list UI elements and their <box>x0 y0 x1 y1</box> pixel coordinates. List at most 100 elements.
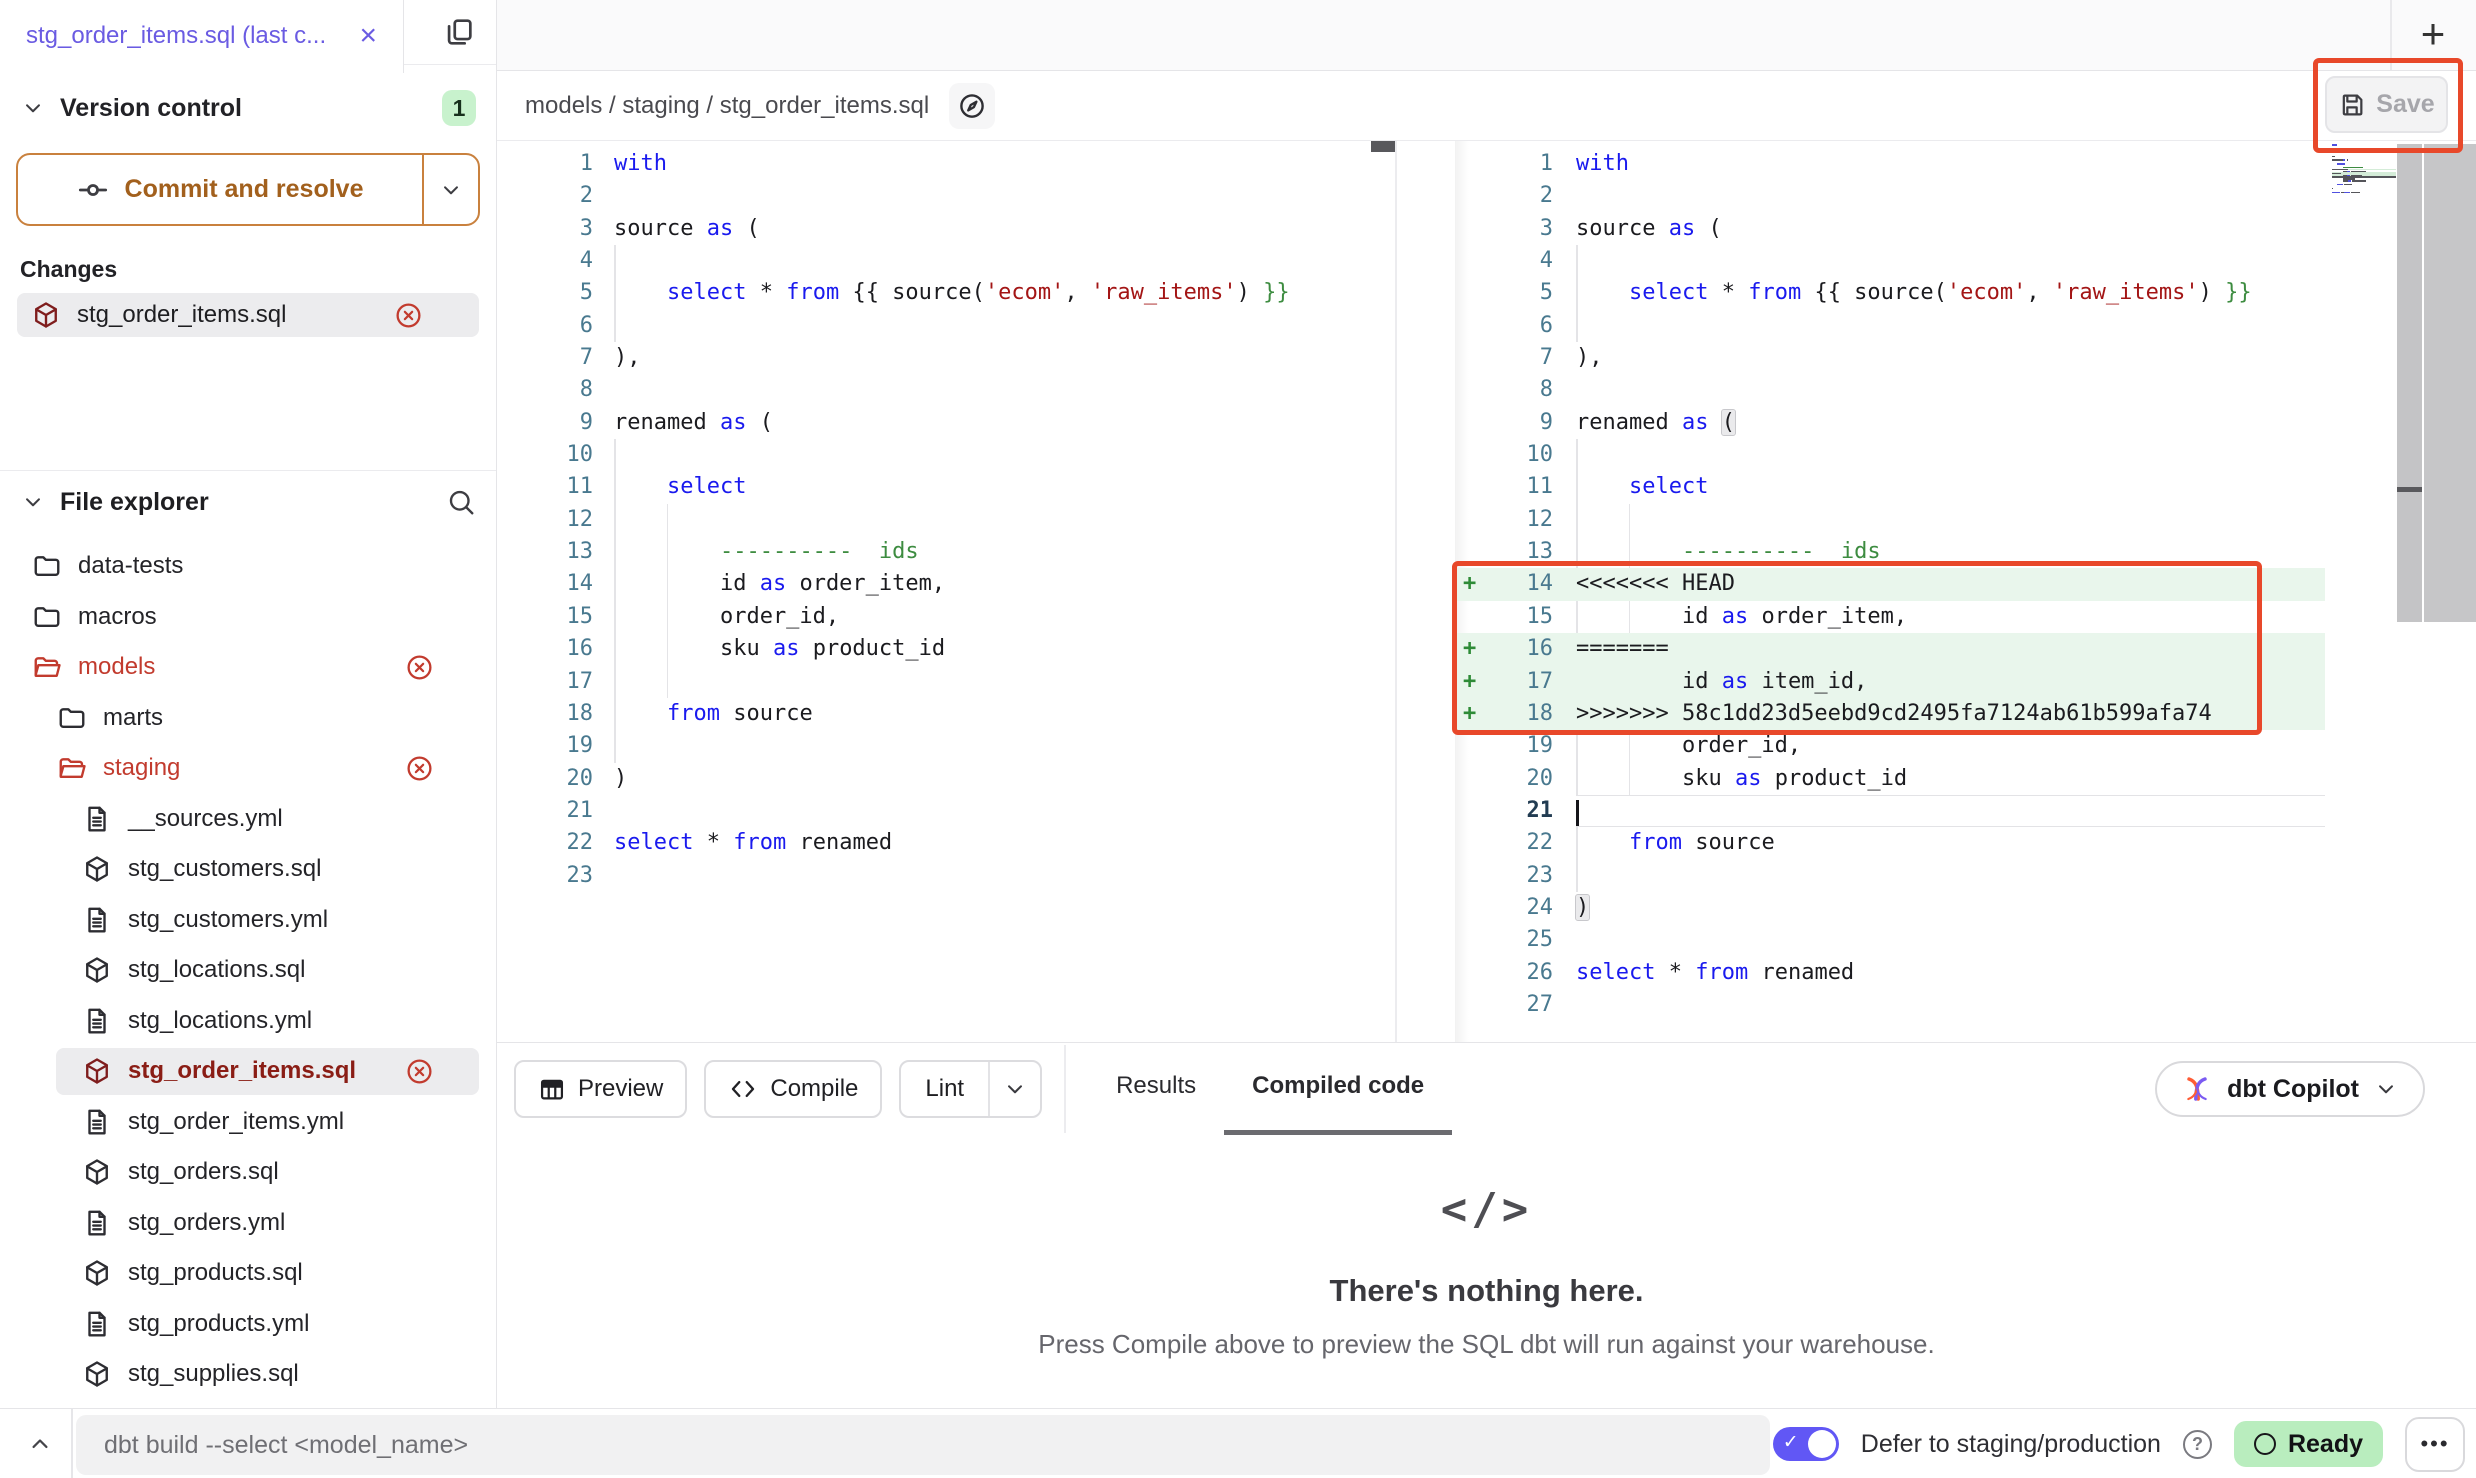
code-pane-right[interactable]: 1with23source as (45 select * from {{ so… <box>1455 141 2325 1042</box>
left-pane-scrollbar-thumb[interactable] <box>1371 141 1395 152</box>
tree-item-staging[interactable]: staging <box>0 743 496 794</box>
code-line-19: 19 <box>497 730 1371 762</box>
code-line-7: 7), <box>1455 342 2325 374</box>
tab-results[interactable]: Results <box>1088 1043 1224 1136</box>
pane-divider <box>1395 141 1397 1042</box>
doc-icon <box>82 905 112 935</box>
diff-gutter <box>1455 730 1485 762</box>
discard-change-icon[interactable] <box>394 301 423 330</box>
tree-item-marts[interactable]: marts <box>0 693 496 744</box>
code-line-15: 15 order_id, <box>497 601 1371 633</box>
line-number: 18 <box>497 698 593 730</box>
tree-item-label: staging <box>103 754 180 782</box>
code-line-27: 27 <box>1455 989 2325 1021</box>
line-number: 12 <box>497 504 593 536</box>
diff-gutter <box>1455 180 1485 212</box>
tree-item-stg-customers-yml[interactable]: stg_customers.yml <box>0 895 496 946</box>
discard-change-icon[interactable] <box>405 1057 434 1086</box>
tree-item-stg-order-items-yml[interactable]: stg_order_items.yml <box>0 1097 496 1148</box>
dbt-copilot-button[interactable]: dbt Copilot <box>2155 1061 2425 1117</box>
changed-file-row[interactable]: stg_order_items.sql <box>17 293 479 337</box>
commit-dropdown-button[interactable] <box>422 155 478 224</box>
tab-title: stg_order_items.sql (last c... <box>26 22 326 50</box>
status-badge[interactable]: Ready <box>2234 1421 2383 1467</box>
line-number: 22 <box>1485 827 1553 859</box>
new-tab-button[interactable]: + <box>2409 10 2457 58</box>
tab-compiled-code[interactable]: Compiled code <box>1224 1043 1452 1136</box>
code-line-5: 5 select * from {{ source('ecom', 'raw_i… <box>1455 277 2325 309</box>
lint-button[interactable]: Lint <box>899 1060 1042 1118</box>
tree-item-models[interactable]: models <box>0 642 496 693</box>
tree-item-data-tests[interactable]: data-tests <box>0 541 496 592</box>
tree-item--sources-yml[interactable]: __sources.yml <box>0 794 496 845</box>
save-button[interactable]: Save <box>2325 76 2448 133</box>
discard-change-icon[interactable] <box>405 754 434 783</box>
results-panel: </> There's nothing here. Press Compile … <box>497 1135 2476 1408</box>
more-options-button[interactable]: ••• <box>2405 1417 2465 1472</box>
window-scrollbar[interactable] <box>2424 144 2476 622</box>
model-icon <box>82 854 112 884</box>
code-line-10: 10 <box>1455 439 2325 471</box>
version-control-header[interactable]: Version control 1 <box>0 65 496 151</box>
close-icon[interactable]: × <box>359 21 377 51</box>
lineage-icon[interactable] <box>949 83 995 129</box>
tree-item-stg-orders-yml[interactable]: stg_orders.yml <box>0 1198 496 1249</box>
search-icon[interactable] <box>446 487 476 517</box>
line-number: 10 <box>497 439 593 471</box>
help-icon[interactable]: ? <box>2183 1430 2212 1459</box>
line-number: 19 <box>497 730 593 762</box>
tree-item-stg-customers-sql[interactable]: stg_customers.sql <box>0 844 496 895</box>
diff-gutter: + <box>1455 568 1485 600</box>
tree-item-label: stg_order_items.sql <box>128 1057 356 1085</box>
commit-and-resolve-button[interactable]: Commit and resolve <box>16 153 480 226</box>
file-tree: data-tests macros modelsmarts staging __sour… <box>0 533 496 1400</box>
code-line-25: 25 <box>1455 924 2325 956</box>
code-line-3: 3source as ( <box>497 213 1371 245</box>
tree-item-stg-locations-yml[interactable]: stg_locations.yml <box>0 996 496 1047</box>
tree-item-label: macros <box>78 603 157 631</box>
copy-icon[interactable] <box>442 15 476 49</box>
tree-item-stg-locations-sql[interactable]: stg_locations.sql <box>0 945 496 996</box>
diff-gutter <box>1455 439 1485 471</box>
code-line-3: 3source as ( <box>1455 213 2325 245</box>
line-number: 3 <box>1485 213 1553 245</box>
code-line-13: 13 ---------- ids <box>497 536 1371 568</box>
discard-change-icon[interactable] <box>405 653 434 682</box>
line-number: 6 <box>497 310 593 342</box>
file-explorer-header[interactable]: File explorer <box>0 471 496 533</box>
tree-item-stg-orders-sql[interactable]: stg_orders.sql <box>0 1147 496 1198</box>
code-line-19: 19 order_id, <box>1455 730 2325 762</box>
line-number: 27 <box>1485 989 1553 1021</box>
editor-scrollbar[interactable] <box>2397 144 2422 622</box>
code-line-13: 13 ---------- ids <box>1455 536 2325 568</box>
minimap[interactable] <box>2332 144 2396 195</box>
tree-item-stg-order-items-sql[interactable]: stg_order_items.sql <box>0 1046 496 1097</box>
code-line-1: 1with <box>1455 148 2325 180</box>
line-number: 22 <box>497 827 593 859</box>
commit-button-label: Commit and resolve <box>125 175 364 204</box>
lint-label: Lint <box>901 1062 988 1116</box>
defer-toggle[interactable]: ✓ <box>1773 1427 1839 1461</box>
compile-button[interactable]: Compile <box>704 1060 882 1118</box>
preview-button[interactable]: Preview <box>514 1060 687 1118</box>
diff-gutter <box>1455 374 1485 406</box>
doc-icon <box>82 1006 112 1036</box>
editor-scrollbar-thumb[interactable] <box>2397 487 2422 492</box>
changed-file-name: stg_order_items.sql <box>77 301 286 329</box>
code-line-9: 9renamed as ( <box>497 407 1371 439</box>
code-pane-left[interactable]: 1with23source as (45 select * from {{ so… <box>497 141 1371 1042</box>
line-number: 13 <box>1485 536 1553 568</box>
line-number: 19 <box>1485 730 1553 762</box>
tab-stg-order-items[interactable]: stg_order_items.sql (last c... × <box>0 0 404 73</box>
dbt-command-input[interactable]: dbt build --select <model_name> <box>76 1415 1770 1475</box>
tree-item-stg-products-yml[interactable]: stg_products.yml <box>0 1299 496 1350</box>
changes-count-badge: 1 <box>442 90 476 126</box>
tree-item-stg-supplies-sql[interactable]: stg_supplies.sql <box>0 1349 496 1400</box>
tree-item-label: __sources.yml <box>128 805 283 833</box>
tree-item-macros[interactable]: macros <box>0 592 496 643</box>
version-control-title: Version control <box>60 94 242 123</box>
lint-dropdown-button[interactable] <box>988 1062 1040 1116</box>
status-circle-icon <box>2254 1433 2276 1455</box>
tree-item-stg-products-sql[interactable]: stg_products.sql <box>0 1248 496 1299</box>
collapse-panel-button[interactable] <box>20 1426 60 1462</box>
